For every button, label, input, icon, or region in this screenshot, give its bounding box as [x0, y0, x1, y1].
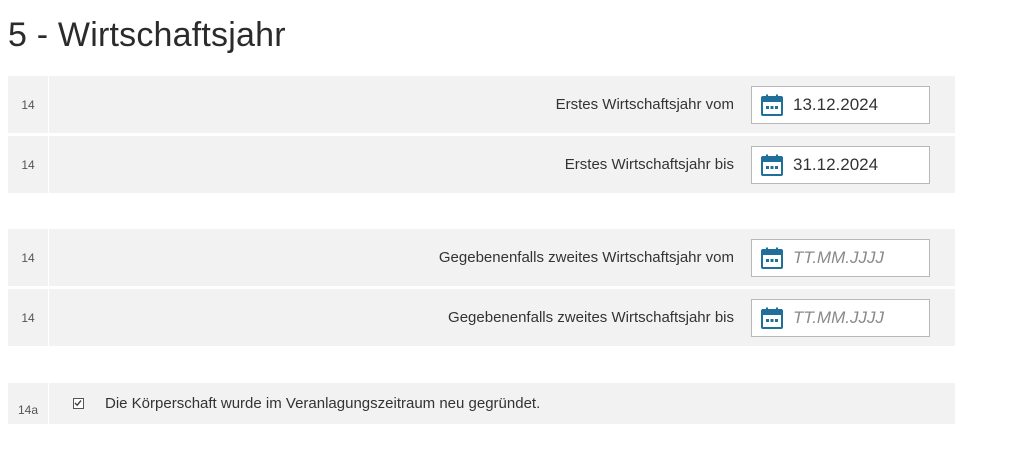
- calendar-icon[interactable]: [760, 246, 784, 270]
- field-row-erstes-wj-vom: 14 Erstes Wirtschaftsjahr vom 13.12.2024: [8, 76, 955, 133]
- row-number: 14: [8, 76, 48, 133]
- checkbox-row-neu-gegruendet: 14a Die Körperschaft wurde im Veranlagun…: [8, 383, 955, 424]
- date-placeholder[interactable]: TT.MM.JJJJ: [793, 308, 884, 328]
- date-value[interactable]: 13.12.2024: [793, 95, 878, 115]
- row-number: 14a: [8, 383, 48, 424]
- row-number: 14: [8, 229, 48, 286]
- field-row-erstes-wj-bis: 14 Erstes Wirtschaftsjahr bis 31.12.2024: [8, 136, 955, 193]
- calendar-icon[interactable]: [760, 153, 784, 177]
- field-row-zweites-wj-vom: 14 Gegebenenfalls zweites Wirtschaftsjah…: [8, 229, 955, 286]
- checkbox-label[interactable]: Die Körperschaft wurde im Veranlagungsze…: [105, 383, 540, 424]
- date-input-zweites-wj-vom[interactable]: TT.MM.JJJJ: [751, 238, 930, 277]
- field-label: Erstes Wirtschaftsjahr bis: [564, 156, 734, 173]
- calendar-icon[interactable]: [760, 306, 784, 330]
- calendar-icon[interactable]: [760, 93, 784, 117]
- date-input-erstes-wj-vom[interactable]: 13.12.2024: [751, 85, 930, 124]
- page-title: 5 - Wirtschaftsjahr: [8, 16, 286, 54]
- field-label: Erstes Wirtschaftsjahr vom: [555, 96, 734, 113]
- field-label: Gegebenenfalls zweites Wirtschaftsjahr v…: [438, 249, 734, 266]
- neu-gegruendet-checkbox[interactable]: [73, 398, 84, 409]
- checkmark-icon: [74, 400, 82, 407]
- field-row-zweites-wj-bis: 14 Gegebenenfalls zweites Wirtschaftsjah…: [8, 289, 955, 346]
- date-input-erstes-wj-bis[interactable]: 31.12.2024: [751, 145, 930, 184]
- date-placeholder[interactable]: TT.MM.JJJJ: [793, 248, 884, 268]
- date-input-zweites-wj-bis[interactable]: TT.MM.JJJJ: [751, 298, 930, 337]
- row-number: 14: [8, 289, 48, 346]
- row-number: 14: [8, 136, 48, 193]
- field-label: Gegebenenfalls zweites Wirtschaftsjahr b…: [448, 309, 734, 326]
- date-value[interactable]: 31.12.2024: [793, 155, 878, 175]
